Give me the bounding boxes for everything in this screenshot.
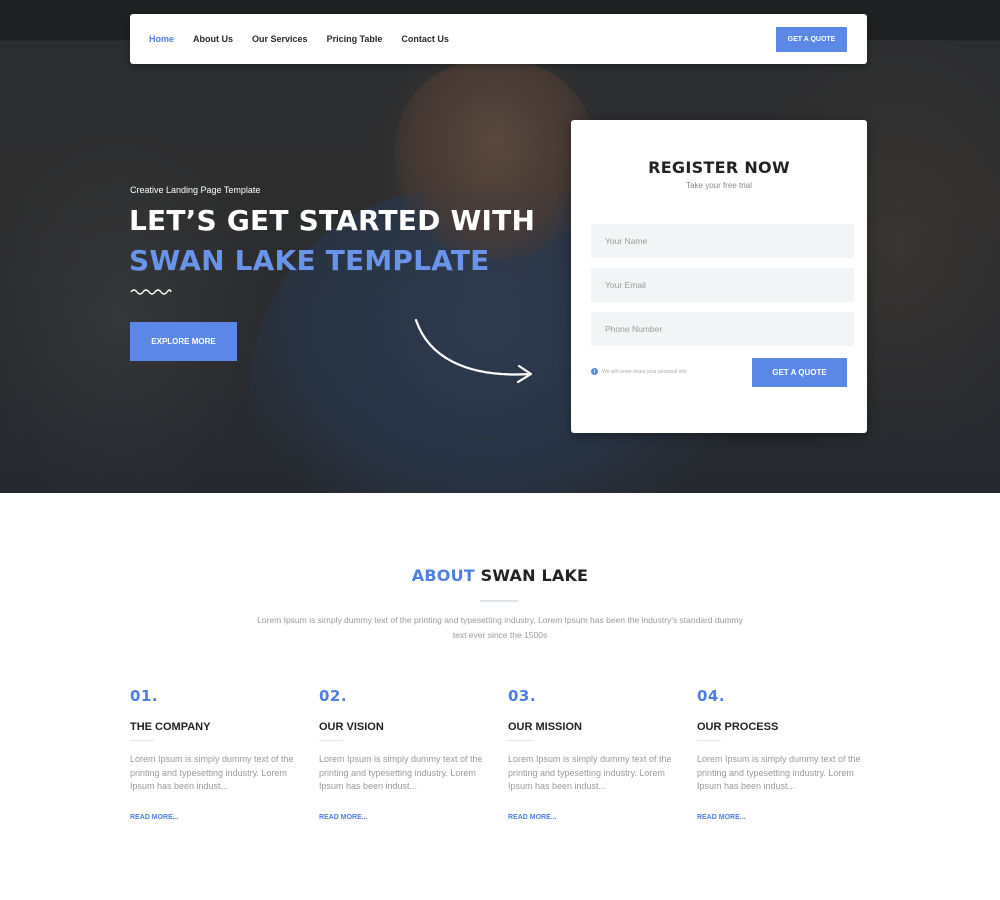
nav-item-services[interactable]: Our Services [252, 34, 308, 44]
curved-arrow-icon [414, 318, 533, 384]
explore-more-button[interactable]: EXPLORE MORE [130, 322, 237, 361]
read-more-link[interactable]: READ MORE... [130, 814, 300, 821]
feature-number: 03. [508, 687, 537, 705]
wave-divider-icon [130, 289, 172, 295]
feature-text: Lorem Ipsum is simply dummy text of the … [319, 754, 483, 791]
feature-title: OUR MISSION [508, 721, 582, 733]
nav-item-home[interactable]: Home [149, 34, 174, 44]
about-divider [480, 600, 518, 602]
feature-text: Lorem Ipsum is simply dummy text of the … [130, 754, 294, 791]
feature-number: 01. [130, 687, 159, 705]
read-more-link[interactable]: READ MORE... [508, 814, 678, 821]
nav-item-pricing[interactable]: Pricing Table [327, 34, 383, 44]
feature-company: 01. THE COMPANY Lorem Ipsum is simply du… [130, 687, 300, 821]
register-card: REGISTER NOW Take your free trial i We w… [571, 120, 867, 433]
about-title-accent: ABOUT [411, 566, 475, 585]
read-more-link[interactable]: READ MORE... [319, 814, 489, 821]
about-title: ABOUT SWAN LAKE [0, 566, 1000, 585]
feature-underline [319, 740, 343, 741]
info-icon: i [591, 368, 598, 375]
phone-input[interactable] [591, 312, 854, 346]
feature-number: 02. [319, 687, 348, 705]
hero-headline-line1: LET’S GET STARTED WITH [129, 204, 536, 237]
about-title-rest: SWAN LAKE [480, 566, 589, 585]
about-description: Lorem Ipsum is simply dummy text of the … [257, 615, 743, 640]
privacy-note-text: We will never share your personal info [602, 368, 687, 375]
register-subtitle: Take your free trial [686, 181, 752, 190]
feature-underline [130, 740, 154, 741]
nav-item-contact[interactable]: Contact Us [401, 34, 449, 44]
email-input[interactable] [591, 268, 854, 302]
feature-underline [697, 740, 721, 741]
nav-item-about[interactable]: About Us [193, 34, 233, 44]
feature-mission: 03. OUR MISSION Lorem Ipsum is simply du… [508, 687, 678, 821]
name-input[interactable] [591, 224, 854, 258]
hero-headline-line2: SWAN LAKE TEMPLATE [129, 244, 490, 277]
nav-quote-button[interactable]: GET A QUOTE [776, 27, 847, 52]
feature-text: Lorem Ipsum is simply dummy text of the … [508, 754, 672, 791]
privacy-note: i We will never share your personal info [591, 368, 687, 375]
feature-underline [508, 740, 532, 741]
feature-process: 04. OUR PROCESS Lorem Ipsum is simply du… [697, 687, 867, 821]
feature-number: 04. [697, 687, 726, 705]
feature-title: OUR PROCESS [697, 721, 779, 733]
register-title: REGISTER NOW [648, 158, 790, 177]
feature-text: Lorem Ipsum is simply dummy text of the … [697, 754, 861, 791]
read-more-link[interactable]: READ MORE... [697, 814, 867, 821]
hero-section: Creative Landing Page Template LET’S GET… [0, 0, 1000, 493]
register-quote-button[interactable]: GET A QUOTE [752, 358, 847, 387]
feature-title: THE COMPANY [130, 721, 211, 733]
hero-kicker: Creative Landing Page Template [130, 185, 261, 195]
main-navbar: Home About Us Our Services Pricing Table… [130, 14, 867, 64]
feature-vision: 02. OUR VISION Lorem Ipsum is simply dum… [319, 687, 489, 821]
feature-title: OUR VISION [319, 721, 384, 733]
